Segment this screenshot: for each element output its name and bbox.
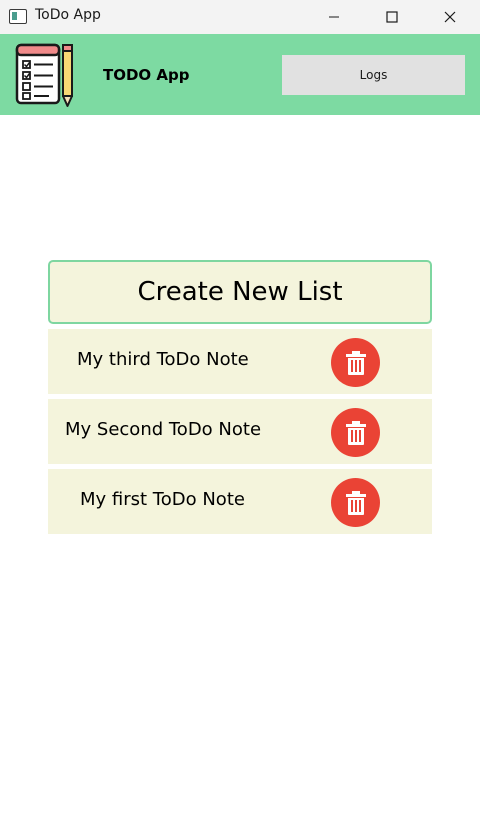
maximize-button[interactable]	[363, 0, 421, 34]
note-item[interactable]: My first ToDo Note	[48, 469, 432, 534]
logs-button[interactable]: Logs	[282, 55, 465, 95]
app-title: TODO App	[103, 66, 190, 84]
note-label: My first ToDo Note	[80, 489, 245, 510]
delete-note-button[interactable]	[331, 478, 380, 527]
close-button[interactable]	[421, 0, 479, 34]
delete-note-button[interactable]	[331, 338, 380, 387]
maximize-icon	[386, 11, 398, 23]
app-window-icon	[9, 9, 27, 24]
close-icon	[444, 11, 456, 23]
note-label: My Second ToDo Note	[65, 419, 262, 440]
trash-icon	[345, 420, 366, 445]
app-header: TODO App Logs	[0, 34, 480, 115]
note-label: My third ToDo Note	[77, 349, 249, 370]
note-item[interactable]: My Second ToDo Note	[48, 399, 432, 464]
checklist-pencil-icon	[15, 43, 73, 107]
trash-icon	[345, 490, 366, 515]
trash-icon	[345, 350, 366, 375]
note-item[interactable]: My third ToDo Note	[48, 329, 432, 394]
window-titlebar: ToDo App	[0, 0, 480, 34]
minimize-icon	[329, 16, 339, 18]
window-title: ToDo App	[35, 7, 101, 23]
create-new-list-button[interactable]: Create New List	[48, 260, 432, 324]
delete-note-button[interactable]	[331, 408, 380, 457]
minimize-button[interactable]	[305, 0, 363, 34]
